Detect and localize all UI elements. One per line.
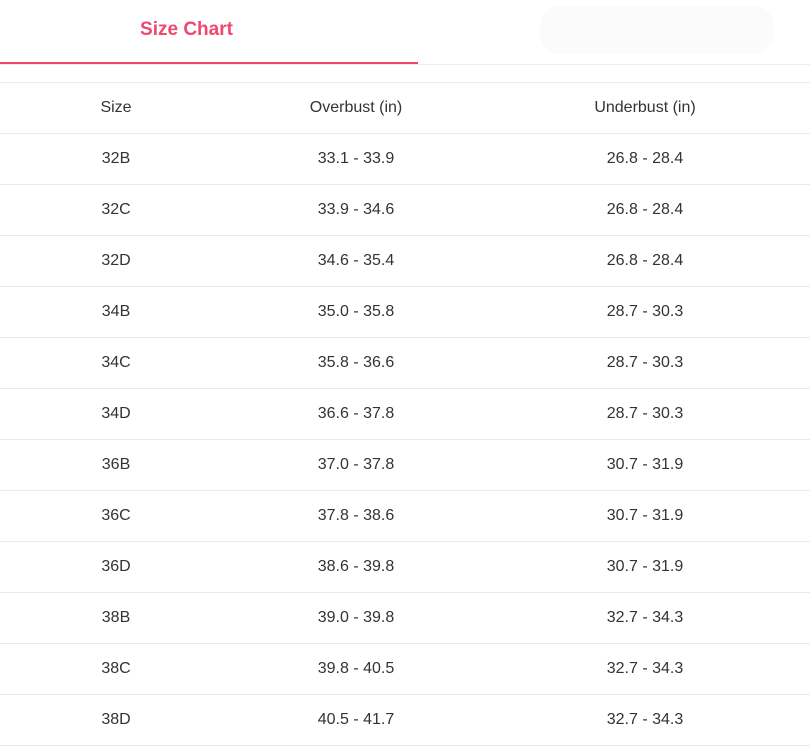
cell-size: 34C	[0, 337, 232, 389]
table-row: 32D 34.6 - 35.4 26.8 - 28.4	[0, 235, 810, 287]
cell-underbust: 30.7 - 31.9	[480, 541, 810, 593]
tab-bar: Size Chart	[0, 0, 810, 65]
cell-overbust: 35.0 - 35.8	[232, 286, 480, 338]
cell-size: 36D	[0, 541, 232, 593]
size-chart-table: Size Overbust (in) Underbust (in) 32B 33…	[0, 83, 810, 746]
header-underbust: Underbust (in)	[480, 83, 810, 134]
cell-overbust: 38.6 - 39.8	[232, 541, 480, 593]
table-body: 32B 33.1 - 33.9 26.8 - 28.4 32C 33.9 - 3…	[0, 133, 810, 746]
table-row: 36C 37.8 - 38.6 30.7 - 31.9	[0, 490, 810, 542]
cell-size: 36B	[0, 439, 232, 491]
cell-overbust: 36.6 - 37.8	[232, 388, 480, 440]
table-row: 34D 36.6 - 37.8 28.7 - 30.3	[0, 388, 810, 440]
cell-underbust: 30.7 - 31.9	[480, 439, 810, 491]
cell-overbust: 33.1 - 33.9	[232, 133, 480, 185]
table-row: 34C 35.8 - 36.6 28.7 - 30.3	[0, 337, 810, 389]
table-header-row: Size Overbust (in) Underbust (in)	[0, 83, 810, 134]
cell-underbust: 32.7 - 34.3	[480, 694, 810, 746]
table-row: 34B 35.0 - 35.8 28.7 - 30.3	[0, 286, 810, 338]
cell-size: 32D	[0, 235, 232, 287]
cell-overbust: 40.5 - 41.7	[232, 694, 480, 746]
table-row: 36D 38.6 - 39.8 30.7 - 31.9	[0, 541, 810, 593]
cell-overbust: 37.8 - 38.6	[232, 490, 480, 542]
cell-overbust: 39.8 - 40.5	[232, 643, 480, 695]
cell-overbust: 37.0 - 37.8	[232, 439, 480, 491]
cell-overbust: 34.6 - 35.4	[232, 235, 480, 287]
tab-size-chart-label: Size Chart	[140, 19, 233, 40]
table-row: 32B 33.1 - 33.9 26.8 - 28.4	[0, 133, 810, 185]
cell-size: 34D	[0, 388, 232, 440]
cell-underbust: 30.7 - 31.9	[480, 490, 810, 542]
cell-underbust: 26.8 - 28.4	[480, 184, 810, 236]
header-overbust: Overbust (in)	[232, 83, 480, 134]
cell-size: 36C	[0, 490, 232, 542]
cell-size: 32B	[0, 133, 232, 185]
tab-size-chart[interactable]: Size Chart	[0, 0, 418, 64]
cell-underbust: 32.7 - 34.3	[480, 643, 810, 695]
cell-underbust: 32.7 - 34.3	[480, 592, 810, 644]
cell-overbust: 35.8 - 36.6	[232, 337, 480, 389]
cell-underbust: 28.7 - 30.3	[480, 286, 810, 338]
table-row: 36B 37.0 - 37.8 30.7 - 31.9	[0, 439, 810, 491]
cell-underbust: 28.7 - 30.3	[480, 388, 810, 440]
table-row: 38B 39.0 - 39.8 32.7 - 34.3	[0, 592, 810, 644]
table-row: 32C 33.9 - 34.6 26.8 - 28.4	[0, 184, 810, 236]
cell-size: 38C	[0, 643, 232, 695]
cell-overbust: 33.9 - 34.6	[232, 184, 480, 236]
cell-underbust: 26.8 - 28.4	[480, 235, 810, 287]
cell-size: 32C	[0, 184, 232, 236]
cell-size: 38B	[0, 592, 232, 644]
header-size: Size	[0, 83, 232, 134]
cell-underbust: 28.7 - 30.3	[480, 337, 810, 389]
cell-overbust: 39.0 - 39.8	[232, 592, 480, 644]
cell-size: 38D	[0, 694, 232, 746]
cell-underbust: 26.8 - 28.4	[480, 133, 810, 185]
tab-secondary[interactable]	[540, 6, 774, 54]
table-row: 38C 39.8 - 40.5 32.7 - 34.3	[0, 643, 810, 695]
table-row: 38D 40.5 - 41.7 32.7 - 34.3	[0, 694, 810, 746]
cell-size: 34B	[0, 286, 232, 338]
